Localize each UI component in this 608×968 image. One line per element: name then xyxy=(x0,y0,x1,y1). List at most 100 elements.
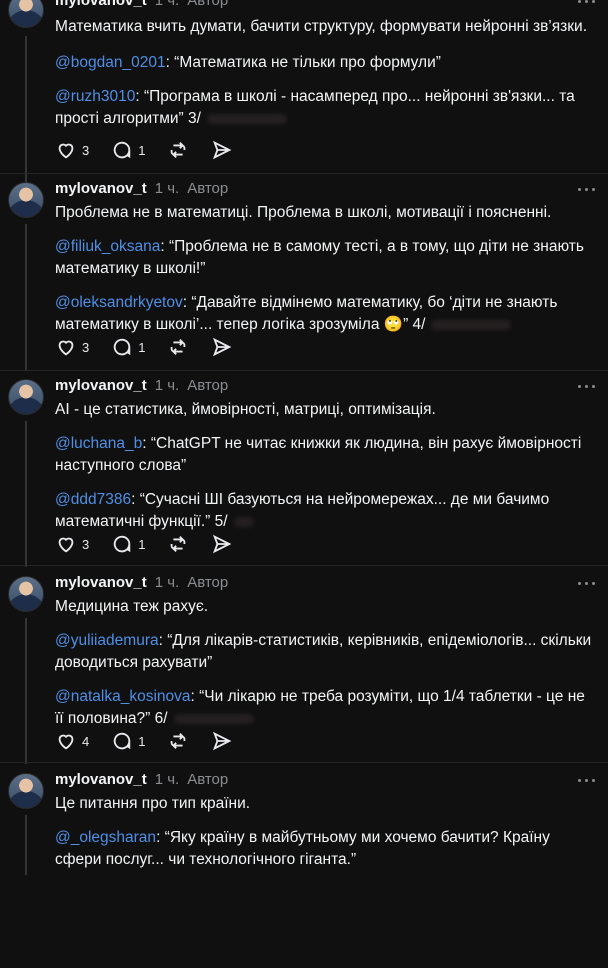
divider xyxy=(0,565,608,566)
mention-link[interactable]: @ruzh3010 xyxy=(55,88,135,105)
thread-feed: mylovanov_t 1 ч. Автор Математика вчить … xyxy=(0,0,608,875)
reply-count: 1 xyxy=(138,536,146,552)
divider xyxy=(0,173,608,174)
heart-icon xyxy=(58,734,74,750)
quote-text: : “Математика не тільки про формули” xyxy=(165,54,441,71)
more-icon[interactable] xyxy=(578,188,595,191)
mention-link[interactable]: @natalka_kosinova xyxy=(55,688,191,705)
reply-count: 1 xyxy=(138,339,146,355)
thread-line xyxy=(25,618,27,764)
heart-icon xyxy=(58,340,74,356)
like-count: 3 xyxy=(82,142,90,158)
author-badge: Автор xyxy=(187,771,229,788)
share-button[interactable] xyxy=(211,730,233,752)
reply-button[interactable]: 1 xyxy=(111,139,145,161)
share-icon xyxy=(213,534,232,554)
share-button[interactable] xyxy=(211,139,233,161)
username[interactable]: mylovanov_t xyxy=(55,574,147,592)
share-icon xyxy=(213,731,232,751)
thread-post: mylovanov_t 1 ч. Автор Математика вчить … xyxy=(0,0,608,197)
reply-count: 1 xyxy=(138,142,146,158)
reply-button[interactable]: 1 xyxy=(111,730,145,752)
blurred-link xyxy=(431,319,512,330)
post-text: Проблема не в математиці. Проблема в шко… xyxy=(55,204,552,221)
like-button[interactable]: 3 xyxy=(55,336,89,358)
avatar[interactable] xyxy=(8,576,44,612)
blurred-link xyxy=(173,713,254,724)
avatar[interactable] xyxy=(8,182,44,218)
author-badge: Автор xyxy=(187,180,229,197)
quote: @oleksandrkyetov: “Давайте відмінемо мат… xyxy=(55,292,595,336)
more-icon[interactable] xyxy=(578,385,595,388)
mention-link[interactable]: @oleksandrkyetov xyxy=(55,294,183,311)
avatar[interactable] xyxy=(8,0,44,28)
mention-link[interactable]: @ddd7386 xyxy=(55,491,131,508)
author-badge: Автор xyxy=(187,0,229,9)
avatar[interactable] xyxy=(8,379,44,415)
comment-icon xyxy=(114,732,131,750)
mention-link[interactable]: @yuliiademura xyxy=(55,632,159,649)
more-icon[interactable] xyxy=(578,0,595,3)
mention-link[interactable]: @filiuk_oksana xyxy=(55,238,160,255)
mention-link[interactable]: @luchana_b xyxy=(55,435,142,452)
thread-line xyxy=(25,421,27,567)
reply-button[interactable]: 1 xyxy=(111,533,145,555)
thread-line xyxy=(25,36,27,186)
username[interactable]: mylovanov_t xyxy=(55,771,147,789)
post-time: 1 ч. xyxy=(154,180,180,197)
divider xyxy=(0,762,608,763)
author-badge: Автор xyxy=(187,377,229,394)
mention-link[interactable]: @bogdan_0201 xyxy=(55,54,166,71)
post-time: 1 ч. xyxy=(154,377,180,394)
post-text: Це питання про тип країни. xyxy=(55,795,251,812)
quote: @luchana_b: “ChatGPT не читає книжки як … xyxy=(55,433,595,477)
quote: @filiuk_oksana: “Проблема не в самому те… xyxy=(55,236,595,280)
blurred-link xyxy=(233,516,254,527)
comment-icon xyxy=(114,338,131,356)
repost-button[interactable] xyxy=(167,336,189,358)
repost-button[interactable] xyxy=(167,139,189,161)
quote: @yuliiademura: “Для лікарів-статистиків,… xyxy=(55,630,595,674)
post-actions: 3 1 xyxy=(55,138,255,162)
post-time: 1 ч. xyxy=(154,771,180,788)
quote: @ruzh3010: “Програма в школі - насампере… xyxy=(55,86,595,130)
more-icon[interactable] xyxy=(578,779,595,782)
quote: @bogdan_0201: “Математика не тільки про … xyxy=(55,52,595,74)
quote: @ddd7386: “Сучасні ШІ базуються на нейро… xyxy=(55,489,595,533)
like-count: 3 xyxy=(82,339,90,355)
repost-button[interactable] xyxy=(167,730,189,752)
repost-button[interactable] xyxy=(167,533,189,555)
repost-icon xyxy=(171,142,186,158)
like-button[interactable]: 3 xyxy=(55,139,89,161)
username[interactable]: mylovanov_t xyxy=(55,377,147,395)
more-icon[interactable] xyxy=(578,582,595,585)
repost-icon xyxy=(171,733,186,749)
post-actions: 3 1 xyxy=(55,532,255,556)
comment-icon xyxy=(114,141,131,159)
username[interactable]: mylovanov_t xyxy=(55,180,147,198)
like-count: 4 xyxy=(82,733,90,749)
share-button[interactable] xyxy=(211,533,233,555)
reply-count: 1 xyxy=(138,733,146,749)
share-icon xyxy=(213,337,232,357)
blurred-link xyxy=(206,113,287,124)
post-time: 1 ч. xyxy=(154,574,180,591)
thread-line xyxy=(25,224,27,370)
mention-link[interactable]: @_olegsharan xyxy=(55,829,156,846)
share-button[interactable] xyxy=(211,336,233,358)
reply-button[interactable]: 1 xyxy=(111,336,145,358)
post-text: Медицина теж рахує. xyxy=(55,598,209,615)
thread-line xyxy=(25,815,27,875)
heart-icon xyxy=(58,143,74,159)
avatar[interactable] xyxy=(8,773,44,809)
author-badge: Автор xyxy=(187,574,229,591)
quote: @_olegsharan: “Яку країну в майбутньому … xyxy=(55,827,595,871)
like-button[interactable]: 3 xyxy=(55,533,89,555)
username[interactable]: mylovanov_t xyxy=(55,0,147,10)
comment-icon xyxy=(114,535,131,553)
post-text: Математика вчить думати, бачити структур… xyxy=(55,18,587,35)
like-button[interactable]: 4 xyxy=(55,730,89,752)
post-actions: 4 1 xyxy=(55,729,255,753)
heart-icon xyxy=(58,537,74,553)
like-count: 3 xyxy=(82,536,90,552)
